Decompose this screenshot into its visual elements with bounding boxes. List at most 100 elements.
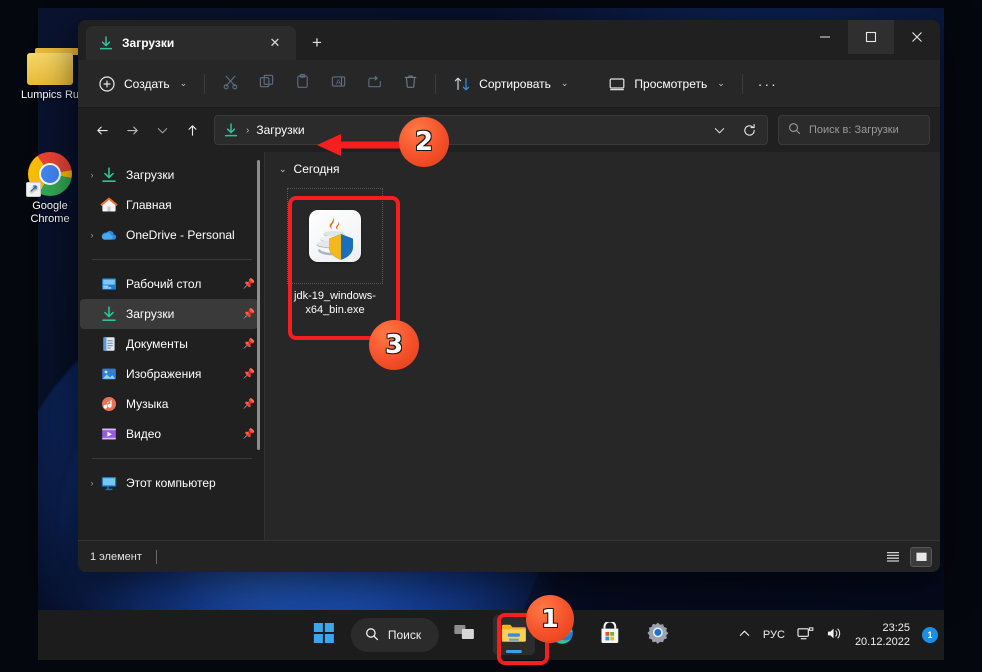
up-button[interactable] [178, 116, 206, 144]
volume-icon[interactable] [826, 626, 843, 644]
view-list-button[interactable] [882, 547, 904, 567]
desktop-icon-label: Lumpics Ru [20, 89, 80, 101]
annotation-badge-3: 3 [369, 320, 419, 370]
back-button[interactable] [88, 116, 116, 144]
file-explorer-icon [501, 622, 527, 649]
pin-icon[interactable]: 📌 [240, 339, 258, 350]
onedrive-icon [100, 226, 118, 244]
more-options-button[interactable]: ··· [750, 68, 786, 100]
breadcrumb-current[interactable]: Загрузки [256, 123, 304, 137]
plus-circle-icon [98, 75, 116, 93]
taskbar: Поиск РУС 23:25 20.12.2022 1 [38, 610, 944, 660]
notification-badge[interactable]: 1 [922, 627, 938, 643]
annotation-badge-1: 1 [526, 595, 574, 643]
share-button[interactable] [356, 68, 392, 100]
toolbar-divider-2 [435, 73, 437, 94]
sidebar-item-label: Музыка [126, 397, 169, 411]
language-indicator[interactable]: РУС [763, 629, 785, 641]
copy-button[interactable] [248, 68, 284, 100]
sidebar-item-music[interactable]: Музыка 📌 [80, 389, 258, 419]
search-box[interactable]: Поиск в: Загрузки [778, 115, 930, 145]
sidebar-scrollbar[interactable] [257, 160, 260, 450]
rename-icon: A [330, 73, 347, 95]
chevron-down-icon-group[interactable]: ⌄ [279, 164, 287, 175]
expand-chevron-icon[interactable]: › [84, 170, 100, 180]
downloads-icon [99, 35, 113, 51]
folder-icon [27, 48, 245, 85]
file-list-content: ⌄ Сегодня jdk-19_windows-x64_bin.exe [265, 152, 940, 540]
address-bar-row: › Загрузки Поиск в: Загрузки [78, 108, 940, 152]
copy-icon [258, 73, 275, 95]
sidebar-item-label: Рабочий стол [126, 277, 202, 291]
annotation-badge-2: 2 [399, 117, 449, 167]
sidebar-item-downloads-quick[interactable]: › Загрузки [80, 160, 258, 190]
recent-locations-button[interactable] [148, 116, 176, 144]
maximize-button[interactable] [848, 20, 894, 54]
tab-close-icon[interactable]: ✕ [264, 32, 286, 54]
delete-button[interactable] [392, 68, 428, 100]
chevron-down-icon: ⌄ [179, 78, 188, 88]
close-button[interactable] [894, 20, 940, 54]
sort-icon [453, 75, 471, 93]
task-view-button[interactable] [445, 615, 487, 655]
clock-time: 23:25 [882, 622, 910, 634]
search-placeholder: Поиск в: Загрузки [809, 124, 899, 136]
settings-taskbar-button[interactable] [637, 615, 679, 655]
clock-date: 20.12.2022 [854, 636, 910, 648]
chrome-icon: ↗ [26, 152, 72, 197]
tab-downloads[interactable]: Загрузки ✕ [86, 26, 296, 60]
windows-logo-icon [313, 622, 335, 649]
sort-button[interactable]: Сортировать ⌄ [443, 68, 578, 100]
network-icon[interactable] [797, 626, 814, 644]
pin-icon[interactable]: 📌 [240, 399, 258, 410]
tray-expand-button[interactable] [738, 627, 751, 643]
pin-icon[interactable]: 📌 [240, 309, 258, 320]
group-header-today[interactable]: ⌄ Сегодня [273, 162, 940, 182]
start-button[interactable] [303, 615, 345, 655]
pin-icon[interactable]: 📌 [240, 429, 258, 440]
breadcrumb-separator: › [246, 124, 250, 136]
sidebar-item-this-pc[interactable]: › Этот компьютер [80, 468, 258, 498]
new-tab-button[interactable]: + [302, 28, 332, 58]
minimize-button[interactable] [802, 20, 848, 54]
tab-title: Загрузки [122, 36, 175, 50]
forward-button[interactable] [118, 116, 146, 144]
sidebar-item-label: Загрузки [126, 307, 175, 321]
desktop-icon-label-line1: Google [32, 200, 68, 212]
file-item-jdk[interactable]: jdk-19_windows-x64_bin.exe [287, 188, 383, 317]
address-bar[interactable]: › Загрузки [214, 115, 768, 145]
status-bar: 1 элемент [78, 540, 940, 572]
view-large-icons-button[interactable] [910, 546, 932, 567]
sidebar-item-documents[interactable]: Документы 📌 [80, 329, 258, 359]
svg-text:A: A [336, 77, 342, 86]
expand-chevron-icon[interactable]: › [84, 478, 100, 488]
address-dropdown-button[interactable] [705, 116, 733, 144]
microsoft-store-taskbar-button[interactable] [589, 615, 631, 655]
new-button[interactable]: Создать ⌄ [88, 68, 197, 100]
taskbar-search-label: Поиск [387, 628, 422, 642]
taskbar-search-button[interactable]: Поиск [350, 618, 440, 652]
title-bar: Загрузки ✕ + [78, 20, 940, 60]
sidebar-item-downloads[interactable]: Загрузки 📌 [80, 299, 258, 329]
clock[interactable]: 23:25 20.12.2022 [855, 621, 910, 649]
refresh-button[interactable] [735, 116, 763, 144]
paste-button[interactable] [284, 68, 320, 100]
cut-button[interactable] [212, 68, 248, 100]
file-icon-frame [287, 188, 383, 284]
sidebar-item-desktop[interactable]: Рабочий стол 📌 [80, 269, 258, 299]
sidebar-item-home[interactable]: Главная [80, 190, 258, 220]
sidebar-divider-2 [92, 458, 252, 459]
system-tray: РУС 23:25 20.12.2022 1 [738, 621, 938, 649]
rename-button[interactable]: A [320, 68, 356, 100]
desktop-icon-label-line2: Chrome [30, 213, 70, 225]
pin-icon[interactable]: 📌 [240, 279, 258, 290]
share-icon [366, 73, 383, 95]
expand-chevron-icon[interactable]: › [84, 230, 100, 240]
sidebar-item-pictures[interactable]: Изображения 📌 [80, 359, 258, 389]
view-button[interactable]: Просмотреть ⌄ [598, 68, 734, 100]
sidebar-item-onedrive[interactable]: › OneDrive - Personal [80, 220, 258, 250]
pin-icon[interactable]: 📌 [240, 369, 258, 380]
search-icon [788, 122, 801, 138]
video-icon [100, 425, 118, 443]
sidebar-item-video[interactable]: Видео 📌 [80, 419, 258, 449]
